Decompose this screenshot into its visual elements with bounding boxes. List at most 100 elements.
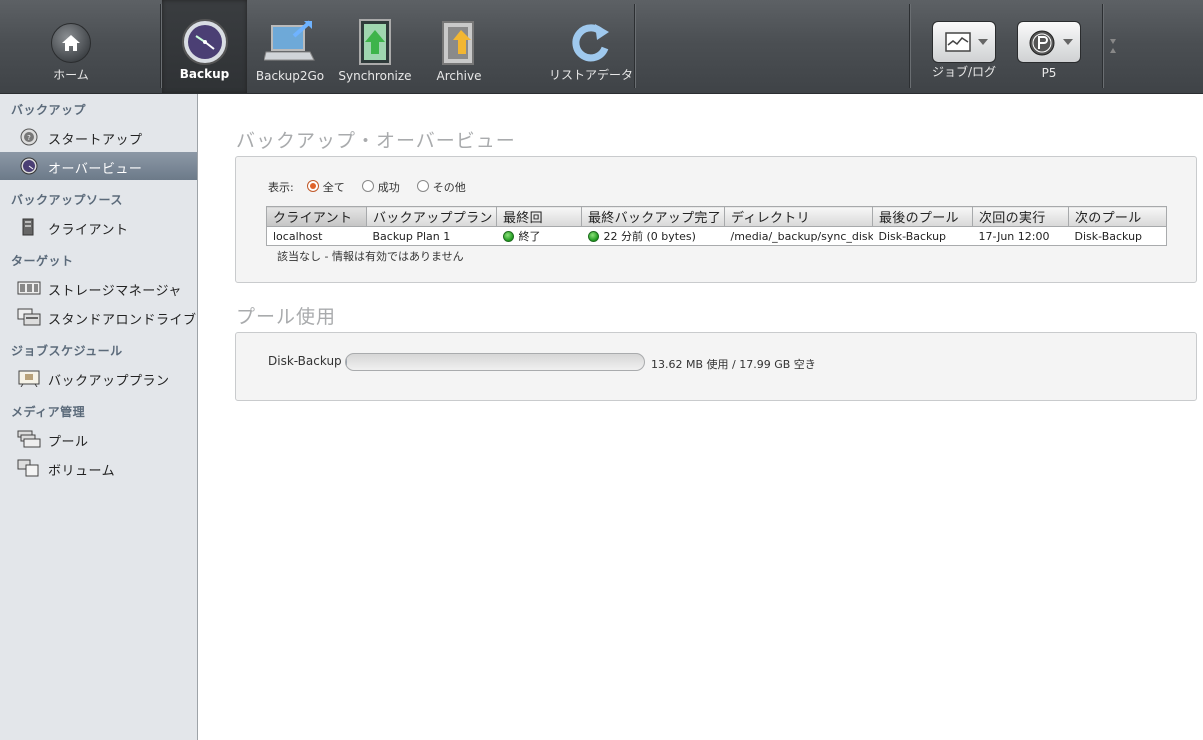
overview-icon	[20, 157, 38, 175]
column-header-last-pool[interactable]: 最後のプール	[872, 206, 973, 227]
sidebar-item-label: スタートアップ	[48, 133, 143, 148]
overview-title: バックアップ・オーバービュー	[236, 130, 516, 152]
filter-label: 表示:	[268, 181, 294, 194]
archive-icon	[439, 18, 479, 69]
restore-icon	[569, 20, 613, 67]
column-header-directory[interactable]: ディレクトリ	[724, 206, 873, 227]
toolbar-separator	[909, 4, 910, 88]
cell-last-completed-text: 22 分前 (0 bytes)	[603, 230, 696, 243]
sidebar-heading-target: ターゲット	[11, 254, 74, 268]
status-ok-icon	[502, 231, 514, 242]
sidebar-item-label: ストレージマネージャ	[48, 284, 182, 299]
sidebar-item-label: バックアッププラン	[48, 374, 170, 389]
pool-usage-panel: Disk-Backup 13.62 MB 使用 / 17.99 GB 空き	[235, 332, 1197, 401]
filter-option-other[interactable]: その他	[417, 180, 466, 194]
toolbar-restore-button[interactable]: リストアデータ	[548, 0, 634, 93]
sidebar-item-volume[interactable]: ボリューム	[0, 454, 197, 482]
cell-client: localhost	[273, 229, 323, 243]
pool-name: Disk-Backup	[268, 354, 342, 368]
column-header-last-run[interactable]: 最終回	[496, 206, 582, 227]
column-header-last-completed[interactable]: 最終バックアップ完了	[581, 206, 725, 227]
startup-icon: ?	[20, 128, 38, 146]
toolbar-p5-label: P5	[1041, 66, 1057, 80]
toolbar-p5-item: P5	[1005, 0, 1093, 93]
storage-manager-icon	[17, 281, 41, 295]
cell-last-run-text: 終了	[518, 230, 541, 243]
toolbar-separator	[634, 4, 635, 88]
backup-plan-icon	[18, 370, 40, 387]
sidebar-item-label: ボリューム	[48, 464, 116, 479]
toolbar-separator	[1102, 4, 1103, 88]
collapse-arrows-icon	[1110, 39, 1116, 53]
pool-usage-title: プール使用	[236, 306, 337, 328]
backup-clock-icon	[181, 18, 229, 69]
laptop-icon	[263, 20, 316, 67]
sidebar-item-pool[interactable]: プール	[0, 425, 197, 453]
toolbar-synchronize-label: Synchronize	[338, 69, 412, 83]
sidebar-heading-job-schedule: ジョブスケジュール	[11, 344, 123, 358]
toolbar-backup2go-label: Backup2Go	[255, 69, 325, 83]
sidebar-item-storage-manager[interactable]: ストレージマネージャ	[0, 274, 197, 302]
radio-other[interactable]	[417, 180, 430, 192]
column-header-next-run[interactable]: 次回の実行	[972, 206, 1069, 227]
cell-directory: /media/_backup/sync_disk	[730, 229, 873, 243]
column-header-plan[interactable]: バックアッププラン	[366, 206, 497, 227]
sidebar-item-client[interactable]: クライアント	[0, 213, 197, 241]
column-header-client[interactable]: クライアント	[266, 206, 367, 227]
pool-usage-text: 13.62 MB 使用 / 17.99 GB 空き	[651, 358, 816, 371]
cell-plan: Backup Plan 1	[372, 229, 451, 243]
table-header-row: クライアント バックアッププラン 最終回 最終バックアップ完了 ディレクトリ 最…	[266, 206, 1167, 227]
sidebar-item-label: クライアント	[48, 223, 129, 238]
toolbar-backup-label: Backup	[179, 67, 230, 81]
home-icon	[51, 23, 91, 63]
no-data-note: 該当なし - 情報は有効ではありません	[277, 250, 464, 263]
synchronize-icon	[357, 18, 393, 69]
cell-last-pool: Disk-Backup	[878, 229, 947, 243]
radio-all[interactable]	[307, 180, 320, 192]
toolbar-home-button[interactable]: ホーム	[21, 0, 121, 93]
toolbar-joblog-label: ジョブ/ログ	[931, 65, 997, 79]
toolbar-restore-label: リストアデータ	[548, 68, 633, 82]
client-icon	[22, 218, 34, 236]
sidebar-item-label: スタンドアロンドライブ	[48, 313, 197, 328]
overview-table: クライアント バックアッププラン 最終回 最終バックアップ完了 ディレクトリ 最…	[266, 206, 1167, 246]
filter-option-all[interactable]: 全て	[307, 180, 345, 194]
toolbar-collapse-handle[interactable]	[1108, 36, 1118, 56]
toolbar-joblog-item: ジョブ/ログ	[920, 0, 1008, 93]
cell-next-pool: Disk-Backup	[1074, 229, 1143, 243]
toolbar-home-label: ホーム	[53, 68, 89, 82]
filter-option-success[interactable]: 成功	[362, 180, 400, 194]
overview-panel: 表示: 全て 成功 その他 クライアント バックアッププラン 最終回 最終バック…	[235, 156, 1197, 283]
filter-option-label: 成功	[377, 181, 400, 194]
sidebar-item-startup[interactable]: ? スタートアップ	[0, 123, 197, 151]
sidebar-item-backup-plan[interactable]: バックアッププラン	[0, 364, 197, 392]
svg-text:?: ?	[27, 134, 31, 142]
radio-success[interactable]	[362, 180, 375, 192]
standalone-drive-icon	[17, 308, 41, 326]
sidebar-heading-media: メディア管理	[11, 405, 86, 419]
status-ok-icon	[587, 231, 599, 242]
pool-usage-bar	[345, 353, 645, 371]
toolbar-synchronize-button[interactable]: Synchronize	[334, 0, 416, 93]
cell-next-run: 17-Jun 12:00	[978, 229, 1050, 243]
sidebar-item-label: プール	[48, 435, 89, 450]
main-toolbar: ホーム Backup Backup2Go Synchronize Archive…	[0, 0, 1203, 94]
toolbar-separator	[160, 4, 161, 88]
volume-icon	[17, 459, 39, 477]
sidebar: バックアップ ? スタートアップ オーバービュー バックアップソース クライアン…	[0, 94, 198, 740]
filter-option-label: 全て	[322, 181, 345, 194]
toolbar-backup2go-button[interactable]: Backup2Go	[250, 0, 330, 93]
sidebar-heading-backup: バックアップ	[11, 103, 87, 117]
pool-icon	[17, 430, 41, 448]
column-header-next-pool[interactable]: 次のプール	[1068, 206, 1167, 227]
table-row[interactable]: localhost Backup Plan 1 終了 22 分前 (0 byte…	[267, 227, 1167, 246]
filter-bar: 表示: 全て 成功 その他	[268, 179, 466, 195]
cell-last-run: 終了	[497, 227, 582, 246]
sidebar-item-standalone-drive[interactable]: スタンドアロンドライブ	[0, 303, 197, 331]
sidebar-item-overview[interactable]: オーバービュー	[0, 152, 197, 180]
sidebar-heading-backup-source: バックアップソース	[11, 193, 123, 207]
toolbar-archive-button[interactable]: Archive	[420, 0, 498, 93]
toolbar-archive-label: Archive	[436, 69, 482, 83]
sidebar-item-label: オーバービュー	[48, 162, 143, 177]
toolbar-backup-button[interactable]: Backup	[162, 0, 247, 93]
